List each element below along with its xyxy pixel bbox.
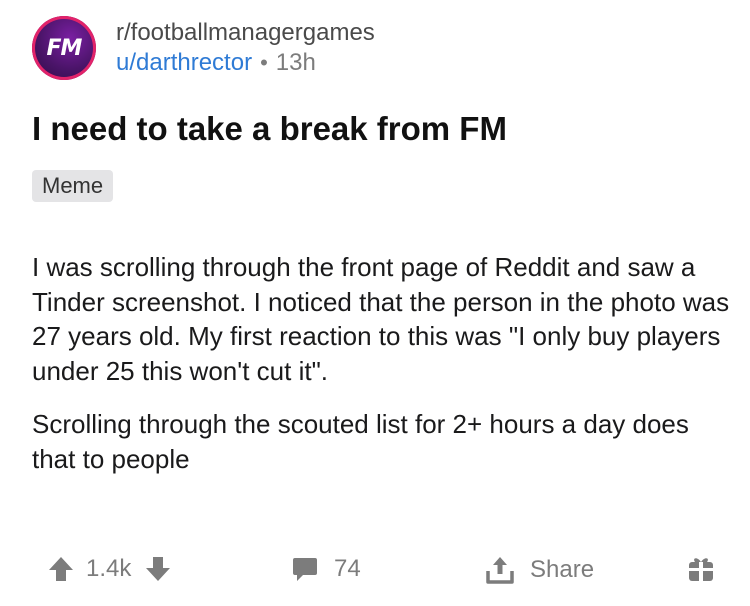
username-link[interactable]: u/darthrector (116, 48, 252, 78)
share-label: Share (530, 556, 595, 583)
author-line: u/darthrector • 13h (116, 48, 375, 78)
gift-icon (686, 554, 716, 584)
post-meta: r/footballmanagergames u/darthrector • 1… (116, 18, 375, 78)
post-action-bar: 1.4k 74 Share (0, 546, 750, 590)
post-paragraph: Scrolling through the scouted list for 2… (32, 409, 689, 474)
subreddit-link[interactable]: r/footballmanagergames (116, 18, 375, 48)
vote-count: 1.4k (86, 555, 132, 582)
post-time: 13h (275, 49, 316, 76)
separator-dot: • (260, 50, 268, 75)
comment-count: 74 (334, 555, 361, 582)
post-body: I was scrolling through the front page o… (32, 250, 732, 476)
award-button[interactable] (686, 554, 716, 584)
arrow-down-icon[interactable] (143, 554, 173, 584)
post-flair[interactable]: Meme (32, 170, 114, 202)
post-header: FM r/footballmanagergames u/darthrector … (32, 14, 375, 82)
vote-group: 1.4k (46, 554, 173, 584)
share-icon (484, 554, 516, 586)
comment-bubble-icon (290, 554, 320, 584)
comments-button[interactable]: 74 (290, 554, 361, 584)
post-title[interactable]: I need to take a break from FM (32, 108, 507, 150)
arrow-up-icon[interactable] (46, 554, 76, 584)
subreddit-avatar[interactable]: FM (32, 16, 96, 80)
avatar-text: FM (46, 35, 83, 61)
share-button[interactable]: Share (484, 554, 594, 586)
post-paragraph: I was scrolling through the front page o… (32, 252, 730, 386)
